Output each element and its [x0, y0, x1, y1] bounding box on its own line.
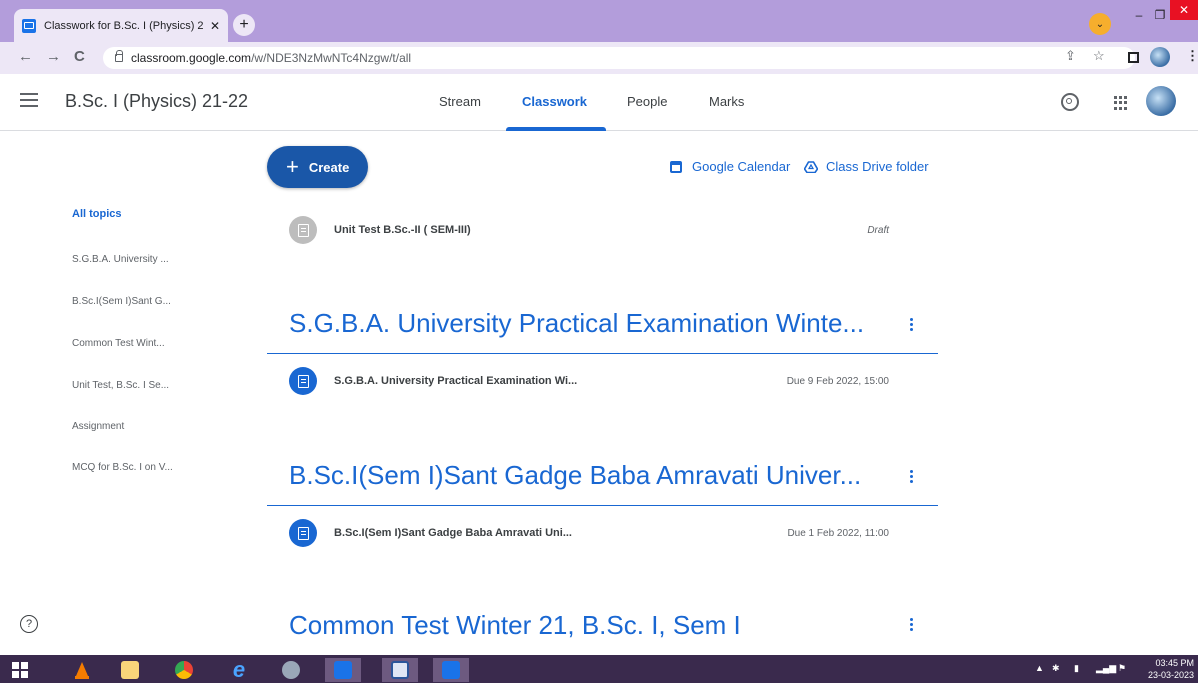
- classroom-favicon-icon: [22, 18, 36, 33]
- tab-stream[interactable]: Stream: [439, 94, 481, 109]
- topic-item[interactable]: MCQ for B.Sc. I on V...: [72, 462, 173, 473]
- tab-search-icon[interactable]: ⌄: [1089, 13, 1111, 35]
- media-player-icon[interactable]: [273, 658, 309, 682]
- tray-overflow-icon[interactable]: ▲: [1035, 663, 1044, 673]
- chrome-profile-icon[interactable]: [433, 658, 469, 682]
- plus-icon: +: [286, 154, 299, 179]
- chrome-icon[interactable]: [166, 658, 202, 682]
- main-menu-icon[interactable]: [20, 93, 38, 107]
- new-tab-button[interactable]: +: [233, 14, 255, 36]
- topic-all-topics[interactable]: All topics: [72, 208, 122, 220]
- item-due-date: Due 1 Feb 2022, 11:00: [787, 527, 889, 539]
- classroom-header: B.Sc. I (Physics) 21-22 Stream Classwork…: [0, 74, 1198, 131]
- classwork-item[interactable]: B.Sc.I(Sem I)Sant Gadge Baba Amravati Un…: [289, 518, 909, 548]
- account-avatar[interactable]: [1146, 86, 1176, 116]
- topic-item[interactable]: B.Sc.I(Sem I)Sant G...: [72, 296, 171, 307]
- item-status: Draft: [867, 224, 889, 236]
- windows-start-icon[interactable]: [2, 658, 38, 682]
- item-title: Unit Test B.Sc.-II ( SEM-III): [334, 224, 471, 236]
- close-window-button[interactable]: ✕: [1170, 0, 1198, 20]
- reload-icon[interactable]: C: [74, 48, 85, 65]
- assignment-icon: [289, 367, 317, 395]
- system-clock[interactable]: 03:45 PM 23-03-2023: [1140, 657, 1194, 681]
- calendar-icon: [670, 160, 682, 173]
- browser-menu-icon[interactable]: ⋮: [1186, 48, 1198, 64]
- bluetooth-icon[interactable]: ✱: [1052, 663, 1060, 674]
- classwork-item[interactable]: Unit Test B.Sc.-II ( SEM-III) Draft: [289, 215, 909, 245]
- url-field[interactable]: classroom.google.com/w/NDE3NzMwNTc4Nzgw/…: [103, 47, 1135, 69]
- chrome-active-icon[interactable]: [325, 658, 361, 682]
- restore-button[interactable]: ❐: [1150, 0, 1170, 30]
- google-calendar-link[interactable]: Google Calendar: [670, 159, 790, 174]
- classwork-item[interactable]: S.G.B.A. University Practical Examinatio…: [289, 366, 909, 396]
- class-drive-label: Class Drive folder: [826, 159, 929, 174]
- clock-time: 03:45 PM: [1155, 658, 1194, 668]
- vlc-icon[interactable]: [64, 658, 100, 682]
- word-icon[interactable]: [382, 658, 418, 682]
- lock-icon: [115, 50, 123, 62]
- url-path: /w/NDE3NzMwNTc4Nzgw/t/all: [251, 51, 412, 65]
- class-title[interactable]: B.Sc. I (Physics) 21-22: [65, 91, 248, 112]
- tab-title: Classwork for B.Sc. I (Physics) 21-: [44, 19, 204, 32]
- signal-icon[interactable]: ▂▄▆: [1096, 663, 1116, 674]
- drive-icon: [804, 160, 818, 173]
- side-panel-icon[interactable]: [1128, 52, 1139, 63]
- item-title: S.G.B.A. University Practical Examinatio…: [334, 375, 578, 387]
- item-due-date: Due 9 Feb 2022, 15:00: [786, 375, 889, 387]
- topic-divider: [267, 505, 938, 506]
- forward-arrow-icon[interactable]: →: [46, 48, 61, 65]
- tab-close-icon[interactable]: ✕: [210, 19, 220, 33]
- tab-marks[interactable]: Marks: [709, 94, 744, 109]
- tab-people[interactable]: People: [627, 94, 667, 109]
- minimize-button[interactable]: –: [1128, 0, 1150, 30]
- item-title: B.Sc.I(Sem I)Sant Gadge Baba Amravati Un…: [334, 527, 572, 539]
- topic-item[interactable]: Assignment: [72, 421, 124, 432]
- browser-tab[interactable]: Classwork for B.Sc. I (Physics) 21- ✕: [14, 9, 228, 42]
- topic-more-options-icon[interactable]: [910, 470, 914, 483]
- create-button[interactable]: + Create: [267, 146, 368, 188]
- internet-explorer-icon[interactable]: e: [221, 657, 257, 682]
- create-label: Create: [308, 159, 350, 175]
- topic-heading[interactable]: Common Test Winter 21, B.Sc. I, Sem I: [289, 610, 741, 641]
- assignment-icon: [289, 216, 317, 244]
- clock-date: 23-03-2023: [1147, 670, 1194, 680]
- class-drive-folder-link[interactable]: Class Drive folder: [804, 159, 929, 174]
- browser-tab-strip: Classwork for B.Sc. I (Physics) 21- ✕ + …: [0, 0, 1198, 42]
- bookmark-star-icon[interactable]: ☆: [1093, 48, 1105, 64]
- flag-icon[interactable]: ⚑: [1118, 663, 1126, 674]
- topic-more-options-icon[interactable]: [910, 618, 914, 631]
- assignment-icon: [289, 519, 317, 547]
- windows-taskbar: e ▲ ✱ ▮ ▂▄▆ ⚑ 03:45 PM 23-03-2023: [0, 655, 1198, 683]
- topic-more-options-icon[interactable]: [910, 318, 914, 331]
- tab-classwork[interactable]: Classwork: [522, 94, 587, 109]
- settings-gear-icon[interactable]: [1061, 93, 1079, 111]
- active-tab-indicator: [506, 127, 606, 131]
- topic-item[interactable]: Common Test Wint...: [72, 338, 165, 349]
- topic-item[interactable]: Unit Test, B.Sc. I Se...: [72, 380, 169, 391]
- topic-item[interactable]: S.G.B.A. University ...: [72, 254, 169, 265]
- back-arrow-icon[interactable]: ←: [18, 48, 33, 65]
- url-host: classroom.google.com: [131, 51, 252, 65]
- google-calendar-label: Google Calendar: [692, 159, 791, 174]
- help-icon[interactable]: ?: [20, 615, 38, 633]
- network-icon[interactable]: ▮: [1074, 663, 1079, 674]
- share-icon[interactable]: ⇪: [1065, 48, 1076, 64]
- google-apps-icon[interactable]: [1114, 96, 1128, 110]
- file-explorer-icon[interactable]: [112, 658, 148, 682]
- profile-avatar-icon[interactable]: [1150, 47, 1170, 67]
- topic-divider: [267, 353, 938, 354]
- topic-heading[interactable]: B.Sc.I(Sem I)Sant Gadge Baba Amravati Un…: [289, 460, 861, 491]
- topic-heading[interactable]: S.G.B.A. University Practical Examinatio…: [289, 308, 864, 339]
